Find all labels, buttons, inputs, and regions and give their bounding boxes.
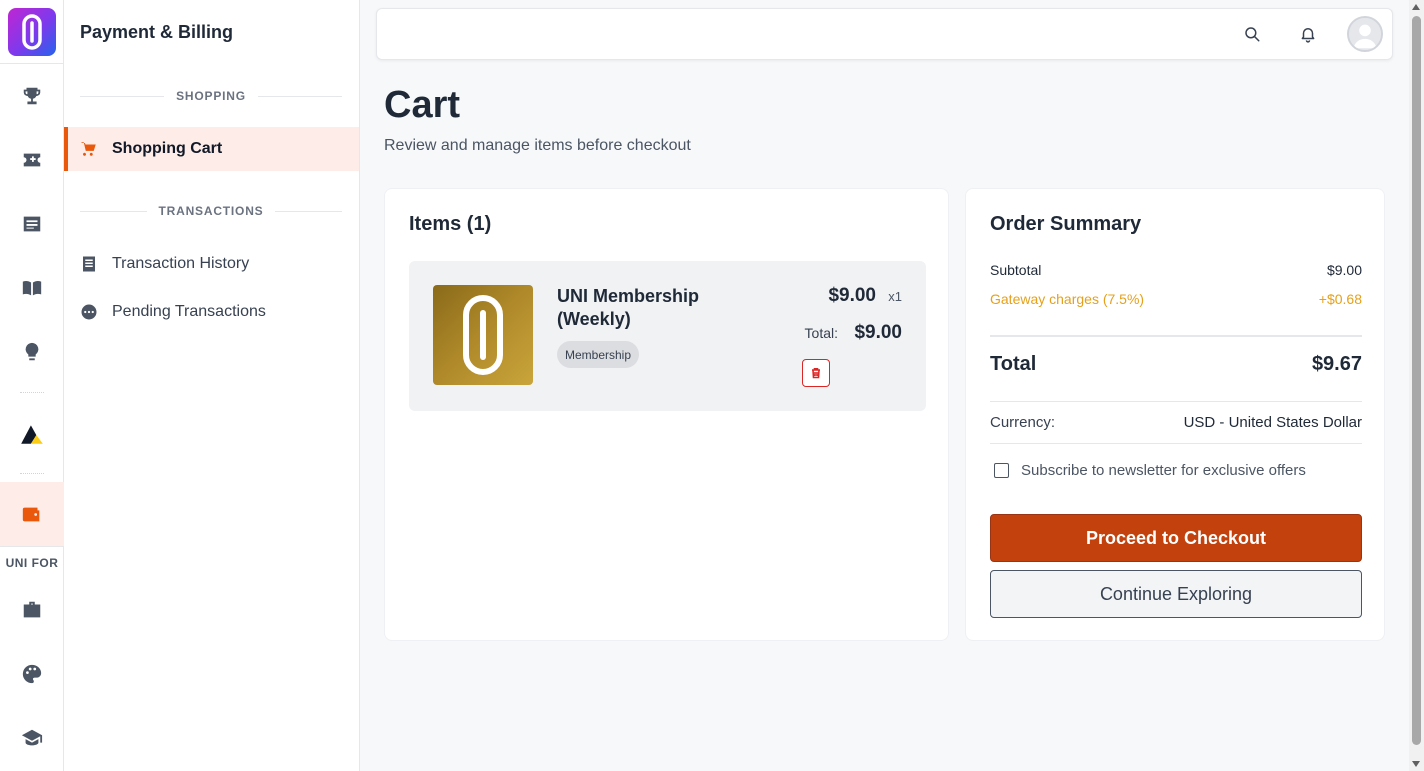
sidebar-item-label: Pending Transactions	[112, 303, 266, 320]
rail-item-partner[interactable]	[0, 402, 64, 466]
rail-item-news[interactable]	[0, 192, 64, 256]
summary-title: Order Summary	[990, 213, 1142, 235]
graduation-cap-icon	[21, 729, 43, 746]
lightbulb-icon	[25, 342, 39, 361]
currency-row: Currency: USD - United States Dollar	[990, 414, 1362, 431]
scroll-down-arrow-icon[interactable]	[1412, 761, 1420, 767]
rail-item-payments[interactable]	[0, 482, 64, 546]
newsletter-option[interactable]: Subscribe to newsletter for exclusive of…	[994, 462, 1306, 479]
palette-icon	[22, 664, 42, 684]
sidebar-item-transaction-history[interactable]: Transaction History	[64, 242, 359, 286]
continue-exploring-button[interactable]: Continue Exploring	[990, 570, 1362, 618]
rail-item-library[interactable]	[0, 256, 64, 320]
briefcase-icon	[23, 601, 41, 618]
scrollbar-thumb[interactable]	[1412, 16, 1421, 745]
sidebar-item-label: Transaction History	[112, 255, 250, 272]
currency-label: Currency:	[990, 414, 1056, 431]
cart-items-card: Items (1) UNI Membership (Weekly) Member…	[384, 188, 949, 641]
sidebar-item-pending-transactions[interactable]: Pending Transactions	[64, 290, 359, 334]
rail-item-business[interactable]	[0, 578, 64, 642]
rail-item-creators[interactable]	[0, 642, 64, 706]
membership-thumbnail	[433, 285, 533, 385]
remove-item-button[interactable]	[802, 359, 830, 387]
section-label-transactions: TRANSACTIONS	[80, 204, 342, 218]
item-total-value: $9.00	[854, 322, 902, 343]
top-bar	[376, 8, 1393, 60]
item-unit-price: $9.00	[828, 285, 876, 306]
total-row: Total $9.67	[990, 353, 1362, 376]
newsletter-checkbox[interactable]	[994, 463, 1009, 478]
trash-icon	[812, 368, 820, 379]
summary-divider	[990, 401, 1362, 402]
sidebar-item-shopping-cart[interactable]: Shopping Cart	[64, 127, 359, 171]
rail-item-education[interactable]	[0, 706, 64, 770]
wallet-icon	[22, 507, 40, 522]
total-value: $9.67	[1311, 353, 1362, 375]
news-icon	[23, 216, 41, 232]
subtotal-row: Subtotal $9.00	[990, 262, 1362, 278]
cart-icon	[81, 142, 96, 156]
item-total-label: Total:	[804, 325, 838, 341]
proceed-to-checkout-button[interactable]: Proceed to Checkout	[990, 514, 1362, 562]
subtotal-label: Subtotal	[990, 262, 1042, 278]
item-category-badge: Membership	[557, 341, 640, 368]
scroll-up-arrow-icon[interactable]	[1412, 4, 1420, 10]
paperclip-logo-icon[interactable]	[8, 8, 56, 56]
pending-icon	[81, 304, 97, 320]
gateway-charges-label: Gateway charges (7.5%)	[990, 291, 1145, 307]
order-summary-card: Order Summary Subtotal $9.00 Gateway cha…	[965, 188, 1385, 641]
panel-title: Payment & Billing	[80, 22, 234, 42]
summary-divider	[990, 335, 1362, 337]
item-name[interactable]: UNI Membership (Weekly)	[557, 285, 737, 331]
sidebar-item-label: Shopping Cart	[112, 140, 223, 157]
book-icon	[22, 280, 42, 296]
paperclip-logo-icon	[463, 295, 503, 375]
newsletter-label: Subscribe to newsletter for exclusive of…	[1021, 462, 1306, 479]
page-title: Cart	[384, 84, 461, 126]
gateway-charges-row: Gateway charges (7.5%) +$0.68	[990, 291, 1362, 307]
currency-value[interactable]: USD - United States Dollar	[1184, 414, 1362, 431]
rail-item-achievements[interactable]	[0, 64, 64, 128]
gateway-charges-value: +$0.68	[1318, 291, 1362, 307]
bell-icon[interactable]	[1297, 23, 1319, 45]
triangle-logo-icon	[21, 425, 43, 444]
total-label: Total	[990, 353, 1037, 375]
ticket-icon	[23, 153, 41, 167]
rail-item-ideas[interactable]	[0, 320, 64, 384]
cart-item-row: UNI Membership (Weekly) Membership $9.00…	[409, 261, 926, 411]
items-card-title: Items (1)	[409, 213, 492, 235]
rail-caption: UNI FOR	[5, 556, 59, 570]
rail-item-tickets[interactable]	[0, 128, 64, 192]
icon-rail: UNI FOR	[0, 0, 64, 771]
item-quantity: x1	[888, 289, 902, 304]
page-scrollbar[interactable]	[1409, 0, 1424, 771]
search-icon[interactable]	[1241, 23, 1263, 45]
billing-sidebar: Payment & Billing SHOPPING Shopping Cart…	[64, 0, 360, 771]
summary-divider	[990, 443, 1362, 444]
user-avatar-icon[interactable]	[1347, 16, 1383, 52]
trophy-icon	[23, 87, 41, 105]
section-label-shopping: SHOPPING	[80, 89, 342, 103]
subtotal-value: $9.00	[1326, 262, 1362, 278]
receipt-icon	[83, 256, 95, 272]
page-subtitle: Review and manage items before checkout	[384, 137, 691, 154]
